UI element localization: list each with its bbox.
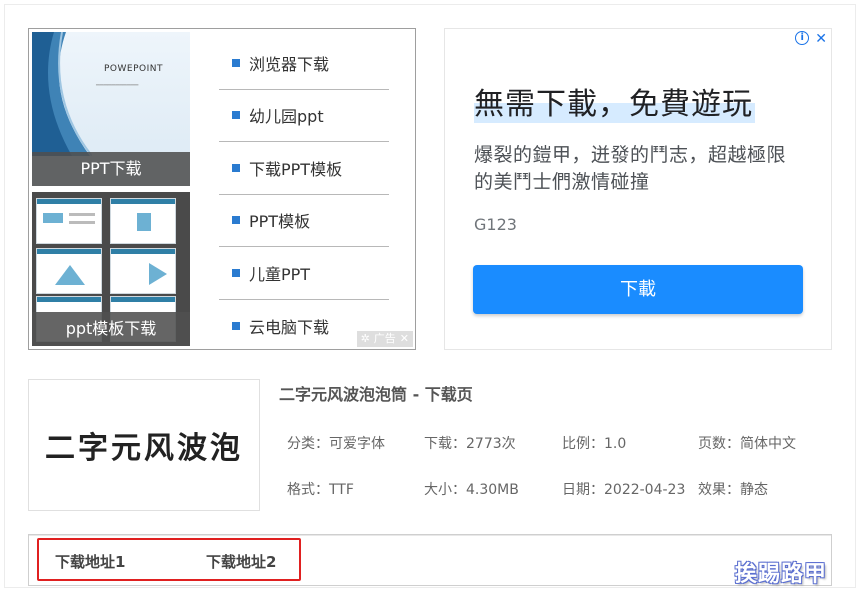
close-icon[interactable]: ✕ — [815, 31, 827, 47]
meta-downloads: 下载：2773次 — [424, 436, 516, 452]
slide-preview — [36, 248, 102, 294]
page-title: 二字元风波泡泡筒 - 下载页 — [279, 385, 473, 404]
blue-swoosh-graphic — [32, 32, 92, 156]
square-bullet-icon — [232, 321, 240, 330]
ad-link-label: PPT模板 — [249, 212, 311, 232]
meta-language: 页数：简体中文 — [698, 436, 796, 452]
font-preview-image: 二字元风波泡 — [28, 379, 260, 511]
meta-size: 大小：4.30MB — [424, 482, 519, 498]
ad-advertiser: G123 — [474, 215, 517, 234]
ad-link[interactable]: 浏览器下载 — [219, 37, 389, 90]
ad-headline[interactable]: 無需下載，免費遊玩 — [474, 79, 755, 123]
meta-ratio: 比例：1.0 — [562, 436, 627, 452]
info-icon[interactable]: i — [795, 31, 810, 45]
thumbnail-caption: PPT下载 — [32, 152, 190, 186]
slide-preview — [36, 198, 102, 244]
ad-link[interactable]: 幼儿园ppt — [219, 90, 389, 142]
ad-link[interactable]: 儿童PPT — [219, 247, 389, 300]
close-icon[interactable]: ✕ — [400, 331, 409, 347]
font-preview-text: 二字元风波泡 — [45, 431, 243, 466]
ad-link-label: 儿童PPT — [249, 264, 311, 284]
slide-preview — [110, 248, 176, 294]
ad-body-text: 爆裂的鎧甲，迸發的鬥志，超越極限的美鬥士們激情碰撞 — [474, 144, 787, 193]
ad-logo-icon: ✲ — [360, 332, 370, 345]
meta-effect: 效果：静态 — [698, 482, 768, 498]
thumbnail-caption: ppt模板下载 — [32, 312, 190, 346]
ad-link-label: 浏览器下载 — [249, 54, 330, 74]
ppt-template-thumbnail[interactable]: ppt模板下载 — [32, 192, 190, 346]
square-bullet-icon — [232, 163, 240, 172]
meta-category: 分类：可爱字体 — [287, 436, 385, 452]
square-bullet-icon — [232, 216, 240, 225]
square-bullet-icon — [232, 268, 240, 277]
ad-link-label: 云电脑下载 — [249, 317, 330, 337]
ppt-download-thumbnail[interactable]: POWEPOINT ▁▁▁▁▁▁▁▁▁▁▁ PPT下载 — [32, 32, 190, 186]
slide-preview — [110, 198, 176, 244]
square-bullet-icon — [232, 111, 240, 120]
meta-date: 日期：2022-04-23 — [562, 482, 686, 498]
download-links-box: 下载地址1 下载地址2 — [28, 534, 832, 586]
meta-format: 格式：TTF — [287, 482, 354, 498]
download-link-2[interactable]: 下载地址2 — [206, 551, 276, 572]
ad-link-label: 下载PPT模板 — [249, 159, 343, 179]
ad-link-label: 幼儿园ppt — [249, 107, 324, 127]
square-bullet-icon — [232, 58, 240, 67]
ad-controls: i ✕ — [795, 31, 827, 47]
download-link-1[interactable]: 下载地址1 — [55, 551, 125, 572]
ad-link[interactable]: PPT模板 — [219, 195, 389, 247]
game-ad-banner[interactable]: i ✕ 無需下載，免費遊玩 爆裂的鎧甲，迸發的鬥志，超越極限的美鬥士們激情碰撞 … — [444, 28, 832, 350]
slide-subtitle-decoration: ▁▁▁▁▁▁▁▁▁▁▁ — [96, 80, 139, 86]
ad-download-button[interactable]: 下載 — [473, 265, 803, 314]
ad-link-list: 浏览器下载 幼儿园ppt 下载PPT模板 PPT模板 儿童PPT 云电脑下载 — [219, 37, 389, 352]
ad-label: 广告 — [373, 332, 396, 345]
slide-title: POWEPOINT — [104, 64, 163, 74]
watermark-logo: 挨踢路甲 — [735, 561, 828, 587]
ad-link[interactable]: 下载PPT模板 — [219, 142, 389, 195]
ppt-ad-banner[interactable]: POWEPOINT ▁▁▁▁▁▁▁▁▁▁▁ PPT下载 ppt模板下载 浏览器下… — [28, 28, 416, 350]
ad-choices-badge[interactable]: ✲ 广告 ✕ — [356, 331, 413, 347]
